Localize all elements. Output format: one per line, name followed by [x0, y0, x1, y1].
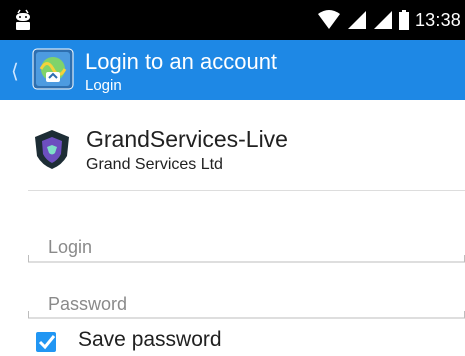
save-password-label[interactable]: Save password: [78, 328, 222, 352]
metatrader-app-icon[interactable]: [32, 48, 74, 90]
appbar-title: Login to an account: [85, 49, 278, 74]
back-chevron-icon[interactable]: ⟨: [11, 59, 19, 84]
signal-icon: [347, 11, 366, 29]
divider: [28, 190, 465, 191]
android-notification-icon: [16, 9, 30, 30]
server-company: Grand Services Ltd: [86, 156, 223, 173]
server-name: GrandServices-Live: [86, 126, 288, 152]
broker-shield-logo: [35, 130, 69, 169]
status-bar: 13:38: [0, 0, 465, 40]
status-icons: 13:38: [317, 0, 465, 40]
login-underline: [28, 255, 465, 263]
wifi-icon: [317, 10, 340, 29]
password-underline: [28, 311, 465, 319]
battery-icon: [398, 10, 409, 30]
save-password-checkbox[interactable]: [35, 330, 59, 354]
signal-icon-2: [373, 11, 392, 29]
appbar-subtitle: Login: [85, 77, 122, 94]
status-time: 13:38: [414, 9, 461, 30]
